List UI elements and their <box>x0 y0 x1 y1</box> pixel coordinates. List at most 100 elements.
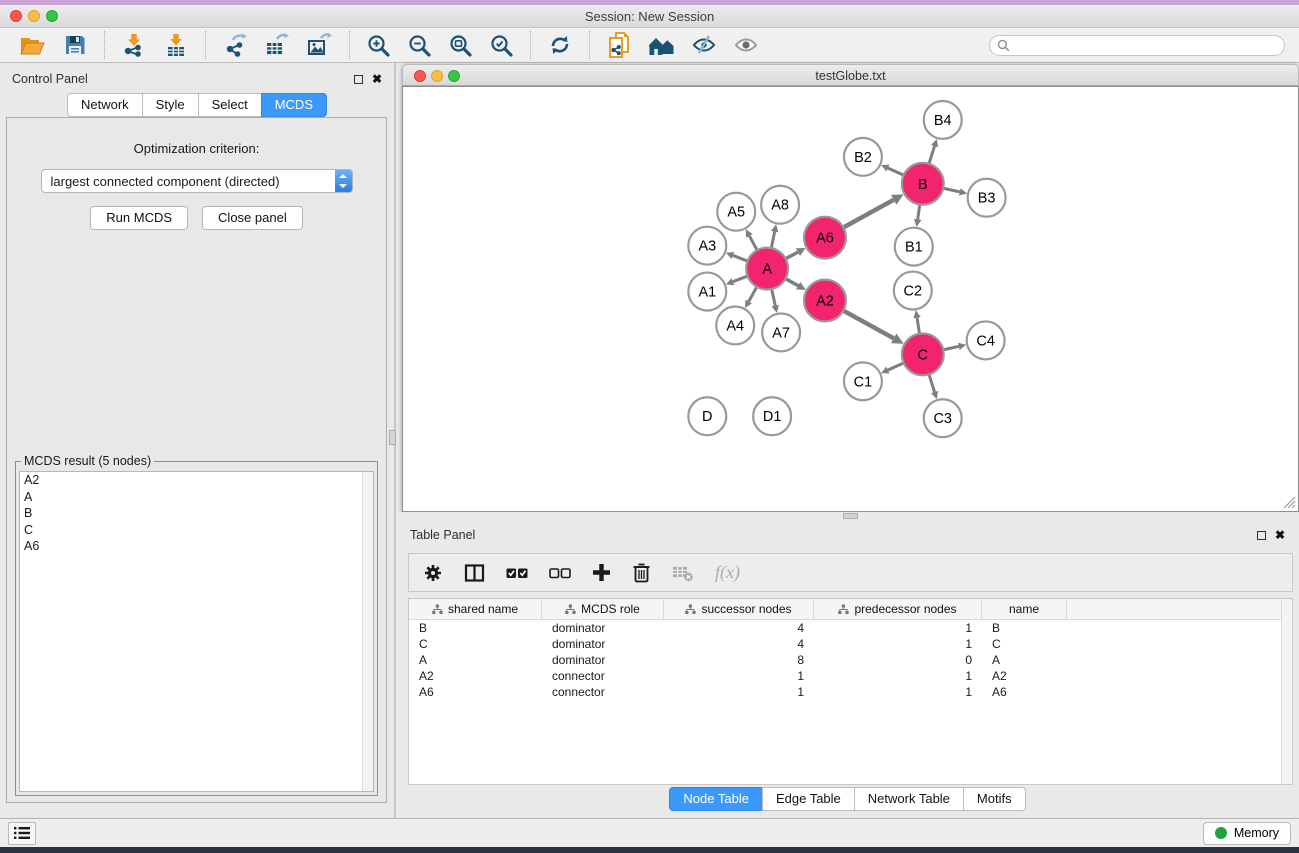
resize-grip-icon[interactable] <box>1283 496 1296 509</box>
deselect-all-rows-button[interactable] <box>549 563 571 583</box>
table-cell[interactable]: 4 <box>664 636 814 652</box>
network-node-D[interactable]: D <box>688 397 726 435</box>
export-network-button[interactable] <box>219 31 251 59</box>
splitter-handle[interactable] <box>843 513 858 519</box>
mcds-result-item[interactable]: A2 <box>20 472 373 489</box>
network-node-A8[interactable]: A8 <box>761 186 799 224</box>
show-panels-button[interactable] <box>730 32 762 58</box>
search-input[interactable] <box>1010 38 1277 52</box>
table-cell[interactable]: 8 <box>664 652 814 668</box>
refresh-network-button[interactable] <box>544 31 576 59</box>
table-cell[interactable]: 4 <box>664 620 814 636</box>
run-mcds-button[interactable]: Run MCDS <box>90 206 188 230</box>
network-node-B3[interactable]: B3 <box>968 179 1006 217</box>
float-panel-icon[interactable] <box>354 75 363 84</box>
show-task-history-button[interactable] <box>8 822 36 845</box>
network-node-B2[interactable]: B2 <box>844 138 882 176</box>
tab-node-table[interactable]: Node Table <box>669 787 763 811</box>
tab-network[interactable]: Network <box>67 93 143 117</box>
zoom-selected-button[interactable] <box>486 32 517 59</box>
network-node-A[interactable]: A <box>746 248 788 290</box>
network-node-D1[interactable]: D1 <box>753 397 791 435</box>
delete-column-button[interactable] <box>632 562 651 583</box>
network-window-titlebar[interactable]: testGlobe.txt <box>402 64 1299 86</box>
network-node-C3[interactable]: C3 <box>924 399 962 437</box>
table-cell[interactable]: 1 <box>814 636 982 652</box>
table-cell[interactable]: 0 <box>814 652 982 668</box>
network-canvas[interactable]: B4B2BB3A5A8A6A3B1AA1C2A2A4A7C4CC1C3DD1 <box>402 86 1299 512</box>
tab-mcds[interactable]: MCDS <box>261 93 327 117</box>
table-cell[interactable]: 1 <box>814 668 982 684</box>
network-graph[interactable]: B4B2BB3A5A8A6A3B1AA1C2A2A4A7C4CC1C3DD1 <box>403 87 1298 511</box>
close-panel-button[interactable]: Close panel <box>202 206 303 230</box>
network-node-A7[interactable]: A7 <box>762 313 800 351</box>
table-cell[interactable]: A6 <box>409 684 542 700</box>
table-scrollbar[interactable] <box>1281 599 1292 784</box>
mcds-result-item[interactable]: A <box>20 489 373 506</box>
network-node-A3[interactable]: A3 <box>688 227 726 265</box>
import-network-button[interactable] <box>118 31 150 59</box>
column-header[interactable]: successor nodes <box>664 599 814 619</box>
mcds-result-item[interactable]: B <box>20 505 373 522</box>
table-cell[interactable]: dominator <box>542 652 664 668</box>
network-node-C1[interactable]: C1 <box>844 362 882 400</box>
search-field[interactable] <box>989 35 1285 56</box>
delete-table-button[interactable] <box>672 564 694 582</box>
table-cell[interactable]: 1 <box>664 668 814 684</box>
mcds-result-list[interactable]: A2ABCA6 <box>19 471 374 792</box>
network-node-A1[interactable]: A1 <box>688 273 726 311</box>
panel-divider-handle[interactable] <box>389 430 396 445</box>
home-button[interactable] <box>645 32 678 59</box>
table-cell[interactable]: dominator <box>542 620 664 636</box>
table-cell[interactable]: B <box>982 620 1067 636</box>
result-scrollbar[interactable] <box>362 472 373 791</box>
table-row[interactable]: Bdominator41B <box>409 620 1292 636</box>
table-settings-button[interactable] <box>423 563 443 583</box>
network-node-B1[interactable]: B1 <box>895 228 933 266</box>
horizontal-splitter[interactable] <box>396 512 1299 520</box>
copy-network-button[interactable] <box>603 30 635 60</box>
select-all-rows-button[interactable] <box>506 563 528 583</box>
network-node-C2[interactable]: C2 <box>894 272 932 310</box>
mcds-result-item[interactable]: A6 <box>20 538 373 555</box>
table-cell[interactable]: connector <box>542 684 664 700</box>
column-header[interactable]: shared name <box>409 599 542 619</box>
table-cell[interactable]: A6 <box>982 684 1067 700</box>
network-node-A6[interactable]: A6 <box>804 217 846 259</box>
table-cell[interactable]: A2 <box>982 668 1067 684</box>
table-cell[interactable]: 1 <box>664 684 814 700</box>
tab-motifs[interactable]: Motifs <box>963 787 1026 811</box>
open-session-button[interactable] <box>15 31 49 59</box>
tab-edge-table[interactable]: Edge Table <box>762 787 855 811</box>
table-cell[interactable]: A <box>409 652 542 668</box>
table-row[interactable]: Adominator80A <box>409 652 1292 668</box>
column-header[interactable]: MCDS role <box>542 599 664 619</box>
table-cell[interactable]: B <box>409 620 542 636</box>
close-panel-icon[interactable]: ✖ <box>372 75 382 84</box>
table-row[interactable]: A6connector11A6 <box>409 684 1292 700</box>
network-node-A5[interactable]: A5 <box>717 193 755 231</box>
criterion-dropdown[interactable]: largest connected component (directed) <box>41 169 353 193</box>
network-node-B4[interactable]: B4 <box>924 101 962 139</box>
table-cell[interactable]: A <box>982 652 1067 668</box>
export-image-button[interactable] <box>303 31 336 59</box>
function-builder-button[interactable]: f(x) <box>715 562 740 583</box>
table-cell[interactable]: 1 <box>814 620 982 636</box>
add-column-button[interactable] <box>592 563 611 582</box>
network-node-B[interactable]: B <box>902 163 944 205</box>
table-row[interactable]: Cdominator41C <box>409 636 1292 652</box>
show-columns-button[interactable] <box>464 563 485 583</box>
table-row[interactable]: A2connector11A2 <box>409 668 1292 684</box>
network-node-C4[interactable]: C4 <box>967 321 1005 359</box>
network-node-C[interactable]: C <box>902 333 944 375</box>
network-node-A2[interactable]: A2 <box>804 280 846 322</box>
mcds-result-item[interactable]: C <box>20 522 373 539</box>
memory-button[interactable]: Memory <box>1203 822 1291 845</box>
column-header[interactable]: predecessor nodes <box>814 599 982 619</box>
save-session-button[interactable] <box>59 31 91 59</box>
table-cell[interactable]: C <box>982 636 1067 652</box>
float-table-panel-icon[interactable] <box>1257 531 1266 540</box>
import-table-button[interactable] <box>160 31 192 59</box>
table-cell[interactable]: dominator <box>542 636 664 652</box>
table-cell[interactable]: A2 <box>409 668 542 684</box>
